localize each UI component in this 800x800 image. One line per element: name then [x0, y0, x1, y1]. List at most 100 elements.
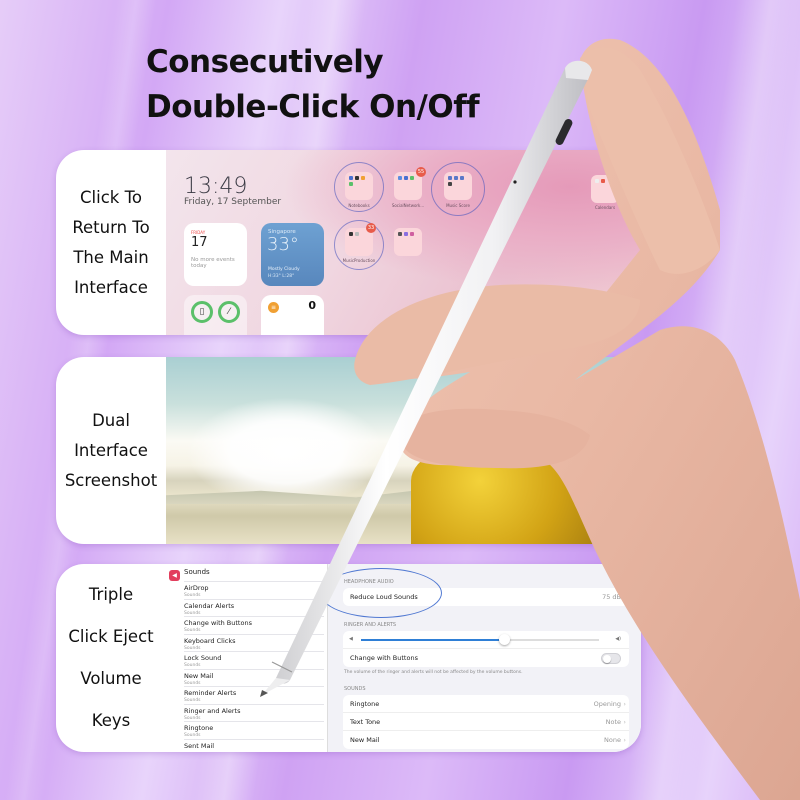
- volume-slider-row: ◀ ◀): [343, 631, 629, 649]
- caption-line: Triple: [88, 585, 134, 604]
- folder-apps[interactable]: [394, 228, 422, 256]
- headline-line-1: Consecutively: [146, 44, 384, 80]
- folder-label: MusicProduction: [342, 258, 376, 263]
- caption-line: The Main: [73, 247, 149, 267]
- sounds-detail: HEADPHONE AUDIO Reduce Loud Sounds 75 dB…: [320, 564, 641, 752]
- slider-knob[interactable]: [498, 634, 510, 645]
- item-subtitle: Sounds: [184, 680, 201, 686]
- pen-cap: [565, 60, 592, 80]
- sun-glow: [186, 397, 386, 507]
- battery-widget[interactable]: ▯ ⁄: [184, 295, 247, 335]
- row-value: Note: [605, 718, 621, 726]
- sounds-list-item[interactable]: Calendar Alerts Sounds: [184, 598, 324, 616]
- home-screen: 13:49 Friday, 17 September FRIDAY 17 No …: [166, 150, 641, 335]
- folder-label: Notebooks: [348, 203, 370, 208]
- item-subtitle: Sounds: [184, 593, 201, 598]
- feature-panel-volume: Triple Click Eject Volume Keys ◀ Sounds …: [56, 564, 641, 752]
- weather-widget[interactable]: Singapore 33° Mostly Cloudy H:33° L:28°: [261, 223, 324, 286]
- sounds-list-item[interactable]: Ringtone Sounds: [184, 721, 324, 738]
- ringer-volume-slider[interactable]: [361, 634, 599, 645]
- list-icon: ≡: [268, 302, 279, 313]
- section-header: RINGER AND ALERTS: [344, 622, 397, 628]
- reminders-widget[interactable]: ≡ 0: [261, 295, 324, 335]
- item-subtitle: Sounds: [184, 715, 201, 721]
- sounds-list-item[interactable]: Reminder Alerts Sounds: [184, 686, 324, 703]
- settings-screen: ◀ Sounds AirDrop Sounds Calendar Alerts Sou…: [166, 564, 641, 752]
- item-subtitle: Sounds: [184, 628, 201, 633]
- caption-line: Dual: [92, 410, 130, 430]
- sounds-list-item[interactable]: Ringer and Alerts Sounds: [184, 703, 324, 721]
- item-title: Ringer and Alerts: [184, 706, 241, 715]
- item-title: Change with Buttons: [184, 619, 252, 627]
- chevron-right-icon: ›: [623, 700, 626, 708]
- chevron-right-icon: ›: [623, 718, 626, 726]
- desert-wallpaper: [166, 357, 641, 544]
- folder-calendars[interactable]: [591, 175, 619, 203]
- row-value: Opening: [593, 700, 621, 708]
- ringer-note: The volume of the ringer and alerts will…: [344, 670, 523, 675]
- item-title: Sent Mail: [184, 741, 215, 750]
- item-title: Keyboard Clicks: [184, 636, 236, 645]
- sound-row[interactable]: New Mail None ›: [343, 731, 629, 749]
- caption-line: Interface: [74, 277, 148, 297]
- panel-caption: Triple Click Eject Volume Keys: [56, 564, 166, 752]
- weather-condition: Mostly Cloudy: [268, 267, 300, 272]
- calendar-day: 17: [191, 235, 208, 250]
- item-subtitle: Sounds: [184, 610, 201, 616]
- sounds-list-item[interactable]: AirDrop Sounds: [184, 581, 324, 598]
- sounds-card: Ringtone Opening › Text Tone Note › New Mail…: [343, 695, 629, 749]
- item-subtitle: Sounds: [184, 698, 201, 703]
- headline: Consecutively Double-Click On/Off: [146, 40, 480, 130]
- speaker-icon: ◀: [169, 570, 180, 581]
- weather-temp: 33°: [267, 234, 299, 255]
- usb-c-port-icon: [555, 119, 573, 145]
- panel-caption: Dual Interface Screenshot: [56, 357, 166, 544]
- folder-notebooks[interactable]: [345, 172, 373, 200]
- item-subtitle: Sounds: [184, 663, 201, 668]
- notification-badge: 55: [416, 167, 426, 177]
- notification-badge: 33: [366, 223, 376, 233]
- sounds-header: Sounds: [184, 568, 210, 576]
- row-label: Text Tone: [350, 718, 381, 726]
- item-title: Calendar Alerts: [184, 601, 235, 610]
- panel-caption: Click To Return To The Main Interface: [56, 150, 166, 335]
- slider-fill: [361, 639, 504, 641]
- background-streak: [623, 0, 800, 800]
- sounds-list-item[interactable]: Lock Sound Sounds: [184, 651, 324, 668]
- folder-label: Calendars: [594, 205, 616, 210]
- feature-panel-screenshot: Dual Interface Screenshot: [56, 357, 641, 544]
- section-header: SOUNDS: [344, 686, 366, 692]
- folder-label: Music Score: [446, 203, 470, 208]
- folder-label: SocialNetwork...: [391, 203, 425, 208]
- highlight-circle: [320, 568, 442, 618]
- weather-hilo: H:33° L:28°: [268, 274, 295, 279]
- caption-line: Interface: [74, 440, 148, 460]
- sounds-list-item[interactable]: Sent Mail: [184, 738, 324, 751]
- item-title: New Mail: [184, 671, 214, 680]
- caption-line: Screenshot: [64, 470, 158, 490]
- volume-low-icon: ◀: [349, 636, 353, 642]
- caption-line: Return To: [72, 217, 150, 237]
- change-with-buttons-toggle[interactable]: [601, 653, 621, 664]
- sound-row[interactable]: Ringtone Opening ›: [343, 695, 629, 713]
- caption-line: Click Eject: [68, 627, 154, 646]
- pencil-battery-icon: ⁄: [218, 301, 240, 323]
- sounds-list-item[interactable]: Keyboard Clicks Sounds: [184, 633, 324, 651]
- sounds-list-item[interactable]: Change with Buttons Sounds: [184, 616, 324, 633]
- ringer-card: ◀ ◀) Change with Buttons: [343, 631, 629, 667]
- row-label: Change with Buttons: [350, 654, 418, 662]
- item-subtitle: Sounds: [184, 733, 201, 738]
- row-value: 75 dB: [602, 593, 621, 601]
- row-value: None: [604, 736, 621, 744]
- calendar-widget[interactable]: FRIDAY 17 No more events today: [184, 223, 247, 286]
- folder-music-score[interactable]: [444, 172, 472, 200]
- sound-row[interactable]: Text Tone Note ›: [343, 713, 629, 731]
- sounds-list-item[interactable]: New Mail Sounds: [184, 668, 324, 686]
- change-with-buttons-row: Change with Buttons: [343, 649, 629, 667]
- headline-line-2: Double-Click On/Off: [146, 89, 480, 125]
- sounds-list: ◀ Sounds AirDrop Sounds Calendar Alerts Sou…: [166, 564, 328, 752]
- item-title: Ringtone: [184, 724, 214, 732]
- chevron-right-icon: ›: [623, 736, 626, 744]
- caption-line: Volume: [80, 669, 142, 688]
- caption-line: Keys: [91, 711, 131, 730]
